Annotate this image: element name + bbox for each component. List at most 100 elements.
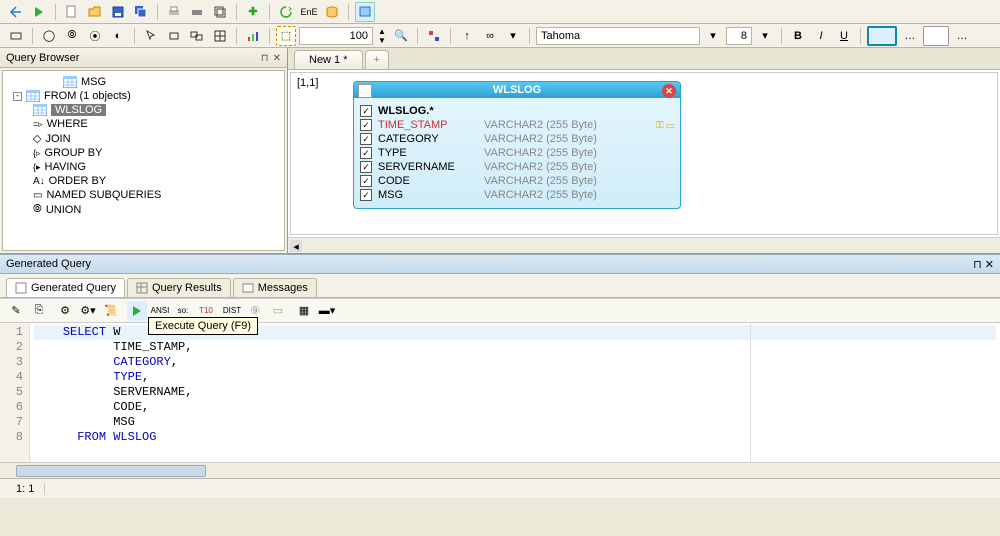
size-dd-icon[interactable]: ▾	[755, 26, 775, 46]
code-line[interactable]: SERVERNAME,	[34, 385, 996, 400]
checkbox[interactable]: ✓	[360, 175, 372, 187]
tab-messages[interactable]: Messages	[233, 278, 317, 297]
fillcolor-button[interactable]	[867, 26, 897, 46]
gen-close-icon[interactable]: ✕	[985, 259, 994, 271]
column-row[interactable]: ✓MSGVARCHAR2 (255 Byte)	[360, 188, 674, 202]
checkbox[interactable]: ✓	[360, 189, 372, 201]
link-icon[interactable]: ∞	[480, 26, 500, 46]
group-icon[interactable]	[187, 26, 207, 46]
execute-button[interactable]	[127, 301, 147, 321]
grp-icon[interactable]: ▭	[268, 301, 288, 321]
circle2-icon[interactable]: ⦾	[62, 26, 82, 46]
tree-item[interactable]: WLSLOG	[5, 103, 282, 117]
tab-new1[interactable]: New 1 *	[294, 50, 363, 69]
sql-code[interactable]: SELECT W TIME_STAMP, CATEGORY, TYPE, SER…	[30, 323, 1000, 462]
bg-button[interactable]	[923, 26, 949, 46]
box-icon[interactable]	[6, 26, 26, 46]
tree-item[interactable]: ▭NAMED SUBQUERIES	[5, 188, 282, 202]
wlslog-window[interactable]: ▦ WLSLOG ✕ ✓WLSLOG.*✓TIME_STAMPVARCHAR2 …	[353, 81, 681, 209]
saveall-icon[interactable]	[131, 2, 151, 22]
code-line[interactable]: FROM WLSLOG	[34, 430, 996, 445]
wlslog-grid-icon[interactable]: ▦	[358, 84, 372, 98]
add-icon[interactable]: ✚	[243, 2, 263, 22]
dropdown-icon[interactable]: ▾	[503, 26, 523, 46]
layers-icon[interactable]	[210, 2, 230, 22]
font-input[interactable]	[536, 27, 700, 45]
column-row[interactable]: ✓WLSLOG.*	[360, 104, 674, 118]
font-dd-icon[interactable]: ▾	[703, 26, 723, 46]
gen-pin-icon[interactable]: ⊓	[973, 259, 982, 271]
fontsize-input[interactable]	[726, 27, 752, 45]
circle1-icon[interactable]: ◯	[39, 26, 59, 46]
column-row[interactable]: ✓CODEVARCHAR2 (255 Byte)	[360, 174, 674, 188]
checkbox[interactable]: ✓	[360, 119, 372, 131]
column-row[interactable]: ✓SERVERNAMEVARCHAR2 (255 Byte)	[360, 160, 674, 174]
circle3-icon[interactable]: ⦿	[85, 26, 105, 46]
checkbox[interactable]: ✓	[360, 105, 372, 117]
chart-icon[interactable]	[243, 26, 263, 46]
expander-icon[interactable]: -	[13, 92, 22, 101]
magnify-icon[interactable]: 🔍	[391, 26, 411, 46]
bold-button[interactable]: B	[788, 26, 808, 46]
refresh-icon[interactable]	[276, 2, 296, 22]
gear1-icon[interactable]: ⚙	[55, 301, 75, 321]
copy-icon[interactable]: ⎘	[29, 301, 49, 321]
back-icon[interactable]	[6, 2, 26, 22]
code-line[interactable]: TIME_STAMP,	[34, 340, 996, 355]
open-icon[interactable]	[85, 2, 105, 22]
circle4-icon[interactable]: ◐	[108, 26, 128, 46]
canvas-scrollbar[interactable]: ◂	[288, 237, 1000, 253]
code-line[interactable]: TYPE,	[34, 370, 996, 385]
code-line[interactable]: MSG	[34, 415, 996, 430]
zoom-spinner[interactable]: ▲▼	[376, 26, 388, 46]
diagram-canvas[interactable]: [1,1] ▦ WLSLOG ✕ ✓WLSLOG.*✓TIME_STAMPVAR…	[290, 72, 998, 235]
gear2-icon[interactable]: ⚙▾	[78, 301, 98, 321]
tree-item[interactable]: ◇JOIN	[5, 131, 282, 146]
edit-icon[interactable]: ✎	[6, 301, 26, 321]
select-icon[interactable]: ⬚	[276, 26, 296, 46]
checkbox[interactable]: ✓	[360, 147, 372, 159]
more1-button[interactable]: …	[900, 26, 920, 46]
editor-scrollbar[interactable]	[0, 462, 1000, 478]
window-icon[interactable]	[355, 2, 375, 22]
tree-item[interactable]: -FROM (1 objects)	[5, 89, 282, 103]
tab-query-results[interactable]: Query Results	[127, 278, 231, 297]
grid-icon[interactable]	[210, 26, 230, 46]
save-icon[interactable]	[108, 2, 128, 22]
moveup-icon[interactable]: ↑	[457, 26, 477, 46]
column-row[interactable]: ✓TIME_STAMPVARCHAR2 (255 Byte)⚿ ▭	[360, 118, 674, 132]
tab-add[interactable]: +	[365, 50, 389, 69]
underline-button[interactable]: U	[834, 26, 854, 46]
pointer-icon[interactable]	[141, 26, 161, 46]
checkbox[interactable]: ✓	[360, 133, 372, 145]
zoom-input[interactable]	[299, 27, 373, 45]
column-row[interactable]: ✓CATEGORYVARCHAR2 (255 Byte)	[360, 132, 674, 146]
grid2-icon[interactable]: ▦	[294, 301, 314, 321]
tree-item[interactable]: ⦾UNION	[5, 202, 282, 217]
tree-item[interactable]: MSG	[5, 75, 282, 89]
db-icon[interactable]	[322, 2, 342, 22]
print-icon[interactable]	[164, 2, 184, 22]
tree-item[interactable]: A↓ORDER BY	[5, 174, 282, 188]
rect-icon[interactable]	[164, 26, 184, 46]
italic-button[interactable]: I	[811, 26, 831, 46]
code-line[interactable]: CODE,	[34, 400, 996, 415]
close-panel-icon[interactable]: ✕	[273, 53, 281, 64]
query-tree[interactable]: MSG-FROM (1 objects)WLSLOG=▹WHERE◇JOIN{▹…	[2, 70, 285, 251]
column-row[interactable]: ✓TYPEVARCHAR2 (255 Byte)	[360, 146, 674, 160]
tree-item[interactable]: {▹GROUP BY	[5, 146, 282, 160]
code-line[interactable]: CATEGORY,	[34, 355, 996, 370]
env-icon[interactable]: EnE	[299, 2, 319, 22]
more2-button[interactable]: …	[952, 26, 972, 46]
run-icon[interactable]	[29, 2, 49, 22]
pin-icon[interactable]: ⊓	[261, 53, 269, 64]
align-icon[interactable]	[424, 26, 444, 46]
tree-item[interactable]: {▸HAVING	[5, 160, 282, 174]
tab-generated-query[interactable]: Generated Query	[6, 278, 125, 297]
script-icon[interactable]: 📜	[101, 301, 121, 321]
wlslog-titlebar[interactable]: ▦ WLSLOG ✕	[354, 82, 680, 98]
wlslog-close-icon[interactable]: ✕	[662, 84, 676, 98]
new-icon[interactable]	[62, 2, 82, 22]
bold2-icon[interactable]: ▬▾	[317, 301, 337, 321]
tree-item[interactable]: =▹WHERE	[5, 117, 282, 131]
